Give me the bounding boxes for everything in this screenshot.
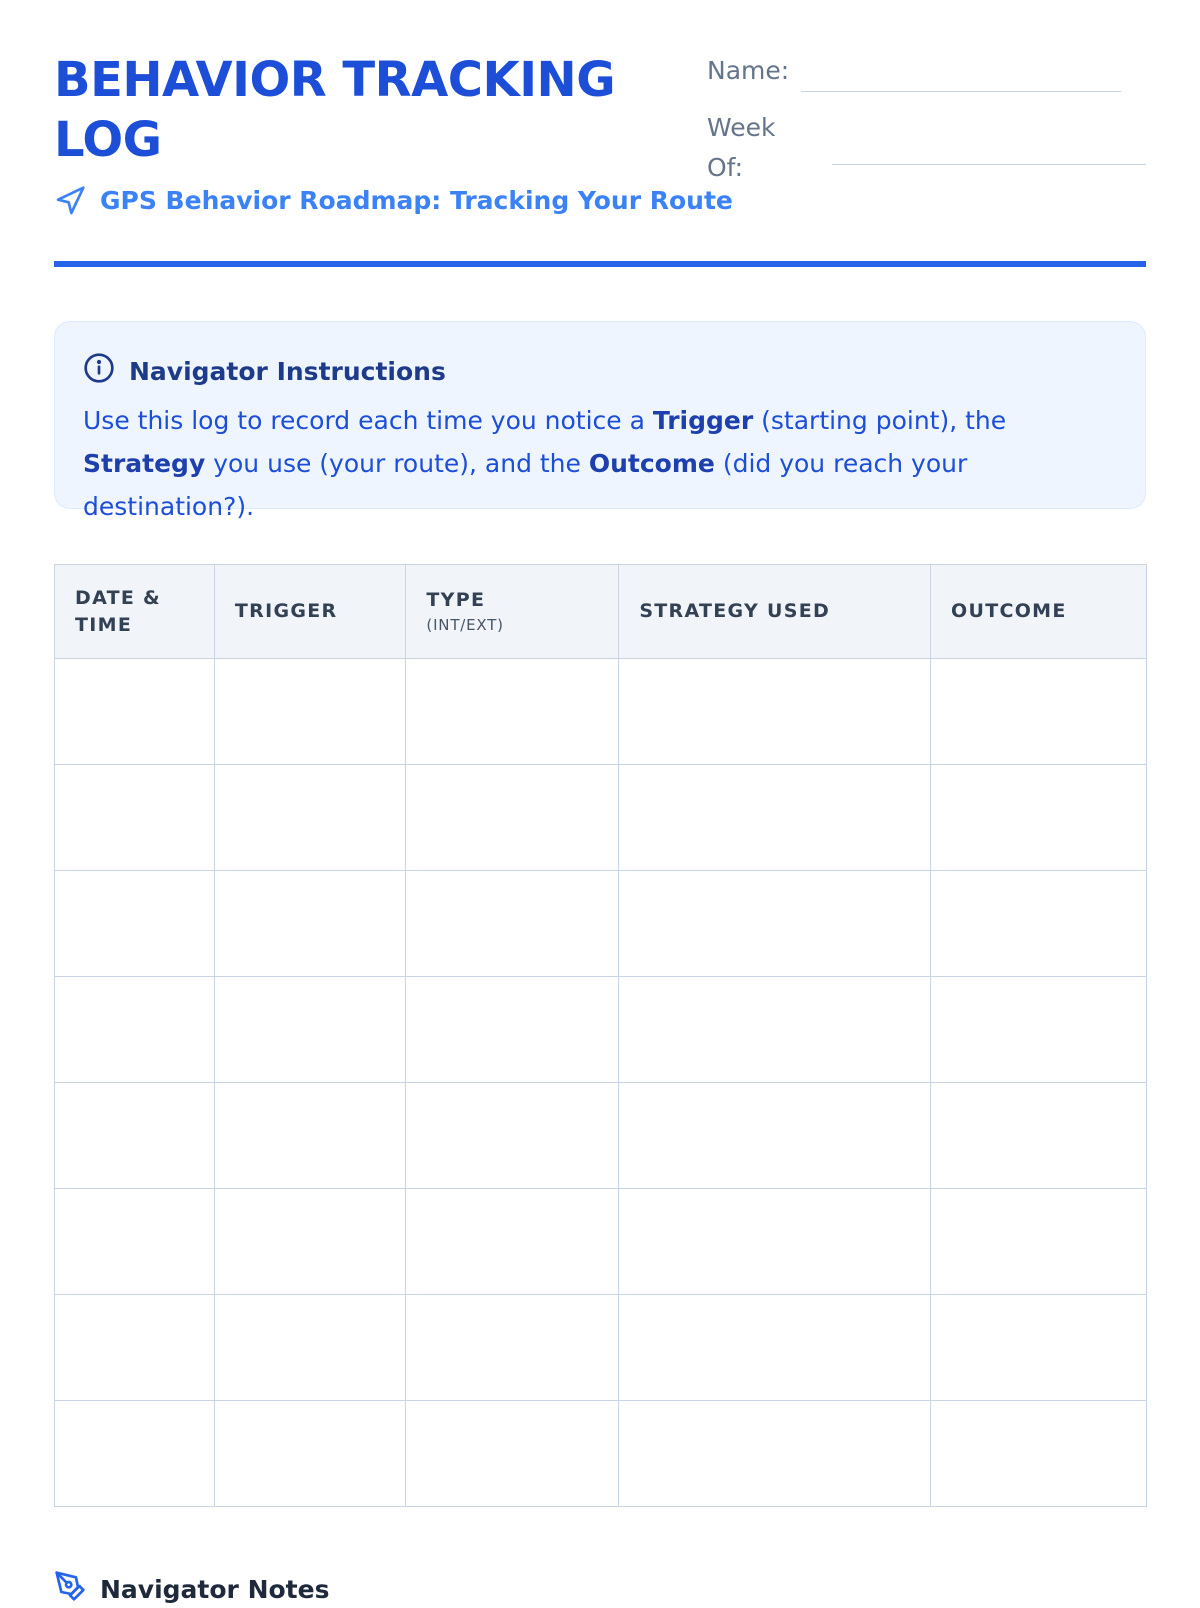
table-row — [54, 1188, 1147, 1295]
table-cell[interactable] — [618, 1400, 932, 1507]
trigger-keyword: Trigger — [652, 406, 754, 435]
table-cell[interactable] — [618, 870, 932, 977]
week-of-field[interactable] — [832, 164, 1146, 165]
column-header-label: STRATEGY USED — [639, 600, 831, 622]
table-cell[interactable] — [930, 976, 1147, 1083]
table-cell[interactable] — [213, 1188, 407, 1295]
table-cell[interactable] — [405, 764, 620, 871]
table-cell[interactable] — [618, 1082, 932, 1189]
table-cell[interactable] — [618, 1294, 932, 1401]
table-cell[interactable] — [54, 1400, 215, 1507]
table-cell[interactable] — [618, 976, 932, 1083]
instructions-text-part: Use this log to record each time you not… — [83, 406, 653, 435]
name-label: Name: — [707, 56, 790, 85]
name-field[interactable] — [801, 91, 1121, 92]
table-cell[interactable] — [930, 764, 1147, 871]
notes-heading-row: Navigator Notes — [54, 1570, 329, 1608]
table-row — [54, 870, 1147, 977]
column-header-outcome: OUTCOME — [930, 564, 1147, 659]
table-cell[interactable] — [54, 764, 215, 871]
table-body — [54, 658, 1147, 1507]
table-cell[interactable] — [54, 1082, 215, 1189]
table-cell[interactable] — [405, 658, 620, 765]
header: BEHAVIOR TRACKING LOG GPS Behavior Roadm… — [54, 0, 1146, 270]
column-header-trigger: TRIGGER — [213, 564, 407, 659]
column-header-type: TYPE (INT/EXT) — [405, 564, 620, 659]
table-cell[interactable] — [930, 1400, 1147, 1507]
table-header-row: DATE & TIME TRIGGER TYPE (INT/EXT) STRATE… — [54, 564, 1147, 659]
table-cell[interactable] — [930, 1188, 1147, 1295]
column-header-date-time: DATE & TIME — [54, 564, 215, 659]
table-cell[interactable] — [213, 1082, 407, 1189]
column-header-label: OUTCOME — [951, 600, 1067, 622]
table-cell[interactable] — [405, 976, 620, 1083]
instructions-heading-row: Navigator Instructions — [83, 352, 446, 390]
table-row — [54, 976, 1147, 1083]
instructions-text-part: (starting point), the — [753, 406, 1007, 435]
table-cell[interactable] — [54, 1294, 215, 1401]
table-row — [54, 764, 1147, 871]
table-cell[interactable] — [54, 1188, 215, 1295]
header-divider — [54, 261, 1146, 267]
strategy-keyword: Strategy — [83, 449, 206, 478]
table-row — [54, 1082, 1147, 1189]
table-row — [54, 1400, 1147, 1507]
table-cell[interactable] — [213, 1294, 407, 1401]
navigation-arrow-icon — [54, 185, 86, 217]
table-cell[interactable] — [405, 1188, 620, 1295]
table-cell[interactable] — [405, 1082, 620, 1189]
table-cell[interactable] — [213, 870, 407, 977]
instructions-text-part: you use (your route), and the — [205, 449, 589, 478]
table-cell[interactable] — [618, 658, 932, 765]
behavior-log-table: DATE & TIME TRIGGER TYPE (INT/EXT) STRATE… — [54, 564, 1147, 1507]
table-cell[interactable] — [213, 976, 407, 1083]
table-cell[interactable] — [405, 1400, 620, 1507]
table-cell[interactable] — [54, 976, 215, 1083]
table-cell[interactable] — [54, 870, 215, 977]
table-cell[interactable] — [618, 764, 932, 871]
table-cell[interactable] — [405, 1294, 620, 1401]
table-cell[interactable] — [930, 1082, 1147, 1189]
subtitle: GPS Behavior Roadmap: Tracking Your Rout… — [54, 184, 733, 218]
instructions-text: Use this log to record each time you not… — [83, 399, 1123, 528]
page-title: BEHAVIOR TRACKING LOG — [54, 52, 616, 168]
instructions-panel: Navigator Instructions Use this log to r… — [54, 321, 1146, 521]
subtitle-text: GPS Behavior Roadmap: Tracking Your Rout… — [100, 186, 733, 215]
table-cell[interactable] — [930, 658, 1147, 765]
table-cell[interactable] — [930, 870, 1147, 977]
table-row — [54, 658, 1147, 765]
column-header-sublabel: (INT/EXT) — [426, 616, 504, 634]
instructions-heading: Navigator Instructions — [129, 356, 446, 386]
outcome-keyword: Outcome — [588, 449, 715, 478]
info-icon — [83, 352, 115, 390]
table-cell[interactable] — [213, 1400, 407, 1507]
table-cell[interactable] — [54, 658, 215, 765]
column-header-label: TRIGGER — [234, 600, 338, 622]
table-cell[interactable] — [213, 764, 407, 871]
table-cell[interactable] — [213, 658, 407, 765]
column-header-label: TYPE — [426, 589, 486, 611]
pen-icon — [54, 1570, 86, 1608]
column-header-label: DATE & TIME — [75, 586, 161, 636]
table-cell[interactable] — [405, 870, 620, 977]
table-cell[interactable] — [930, 1294, 1147, 1401]
week-of-label: Week Of: — [707, 113, 776, 182]
column-header-strategy-used: STRATEGY USED — [618, 564, 932, 659]
worksheet-page: BEHAVIOR TRACKING LOG GPS Behavior Roadm… — [54, 0, 1147, 1604]
notes-heading: Navigator Notes — [100, 1574, 330, 1604]
table-cell[interactable] — [618, 1188, 932, 1295]
table-row — [54, 1294, 1147, 1401]
